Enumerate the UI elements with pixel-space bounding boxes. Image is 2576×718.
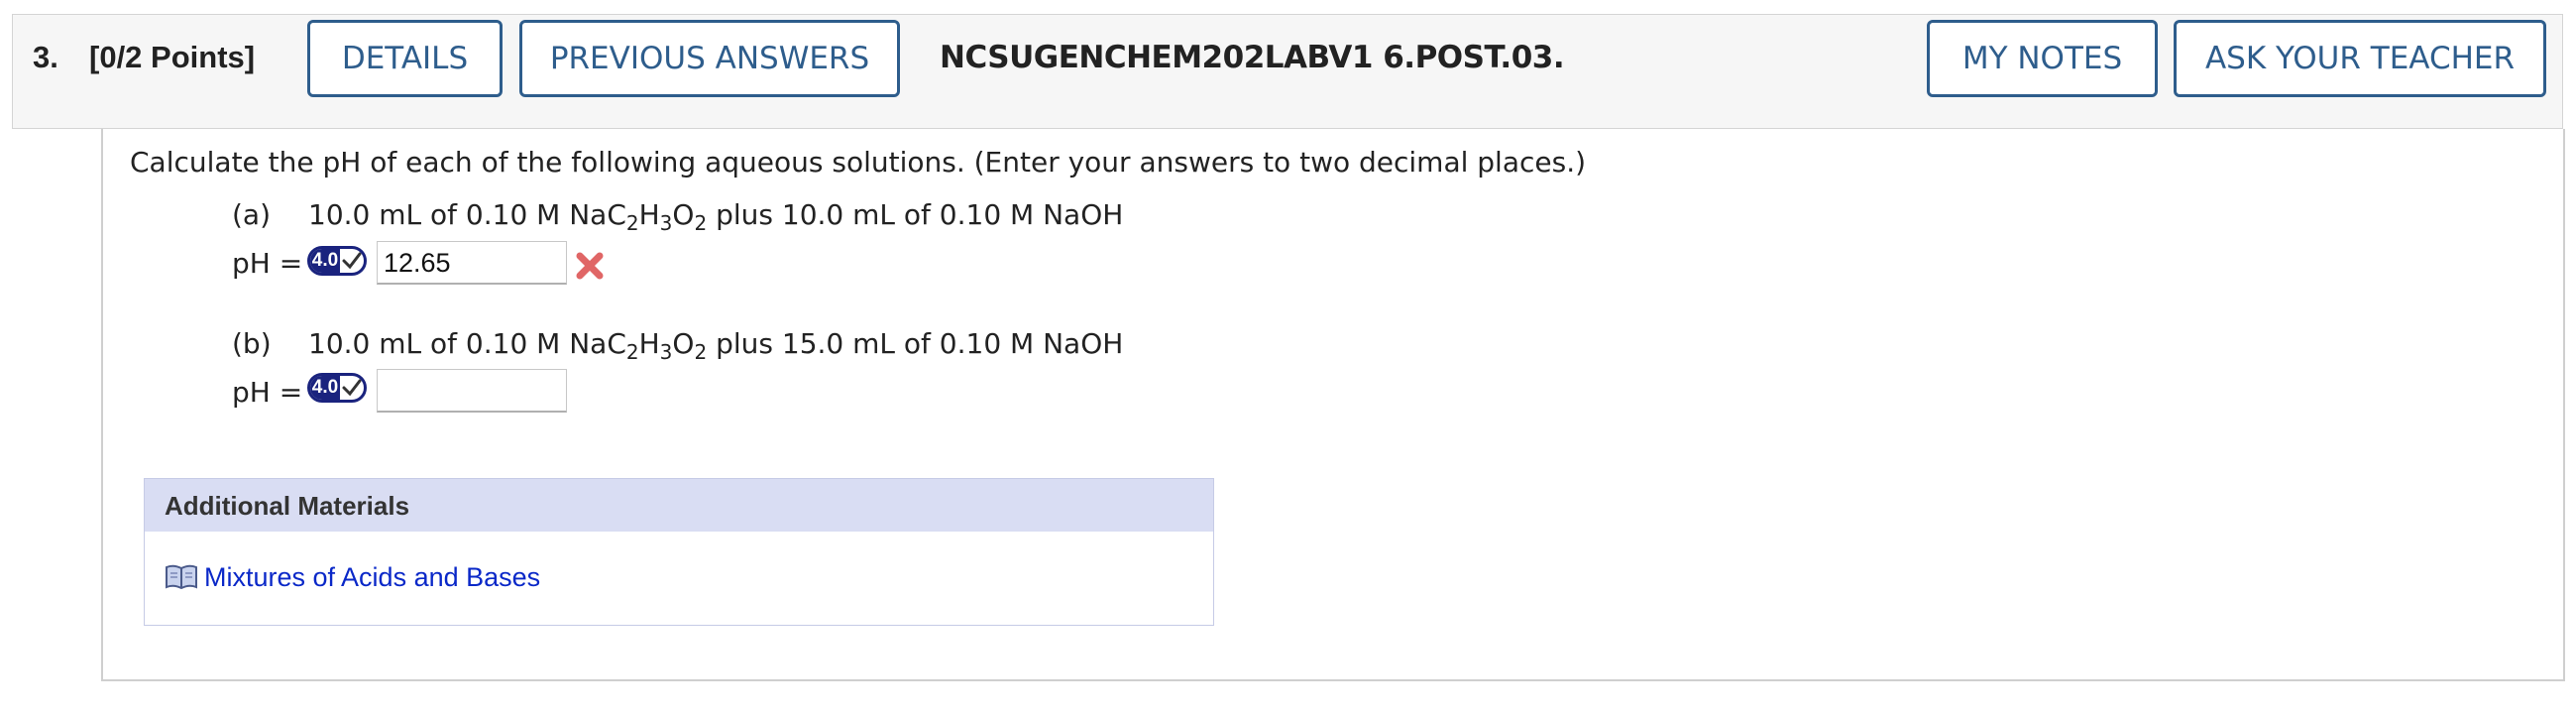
part-a-significant-figures-badge[interactable]: 4.0 [307,246,367,276]
part-b-description: 10.0 mL of 0.10 M NaC2H3O2 plus 15.0 mL … [308,327,1124,364]
part-a-label: (a) [232,198,272,231]
question-number: 3. [33,40,58,74]
additional-materials-panel: Additional Materials Mixtures of Acids a… [144,478,1214,626]
ask-your-teacher-button[interactable]: ASK YOUR TEACHER [2174,20,2546,97]
mixtures-of-acids-and-bases-link[interactable]: Mixtures of Acids and Bases [204,562,540,593]
badge-number: 4.0 [310,376,340,400]
part-a-description: 10.0 mL of 0.10 M NaC2H3O2 plus 10.0 mL … [308,198,1124,235]
additional-materials-title: Additional Materials [165,491,410,521]
previous-answers-button[interactable]: PREVIOUS ANSWERS [519,20,900,97]
part-b-significant-figures-badge[interactable]: 4.0 [307,373,367,403]
part-b-ph-label: pH = [232,376,303,409]
part-a-ph-label: pH = [232,247,303,280]
part-b-answer-input[interactable] [377,369,567,413]
x-mark-icon [575,251,605,285]
book-icon [165,563,198,595]
question-points: [0/2 Points] [89,40,256,74]
question-code: NCSUGENCHEM202LABV1 6.POST.03. [940,40,1565,75]
part-a-answer-input[interactable]: 12.65 [377,241,567,285]
details-button[interactable]: DETAILS [307,20,503,97]
part-b-label: (b) [232,327,272,360]
badge-number: 4.0 [310,249,340,273]
question-prompt: Calculate the pH of each of the followin… [130,146,1587,179]
check-icon [340,249,364,273]
my-notes-button[interactable]: MY NOTES [1927,20,2158,97]
check-icon [340,376,364,400]
